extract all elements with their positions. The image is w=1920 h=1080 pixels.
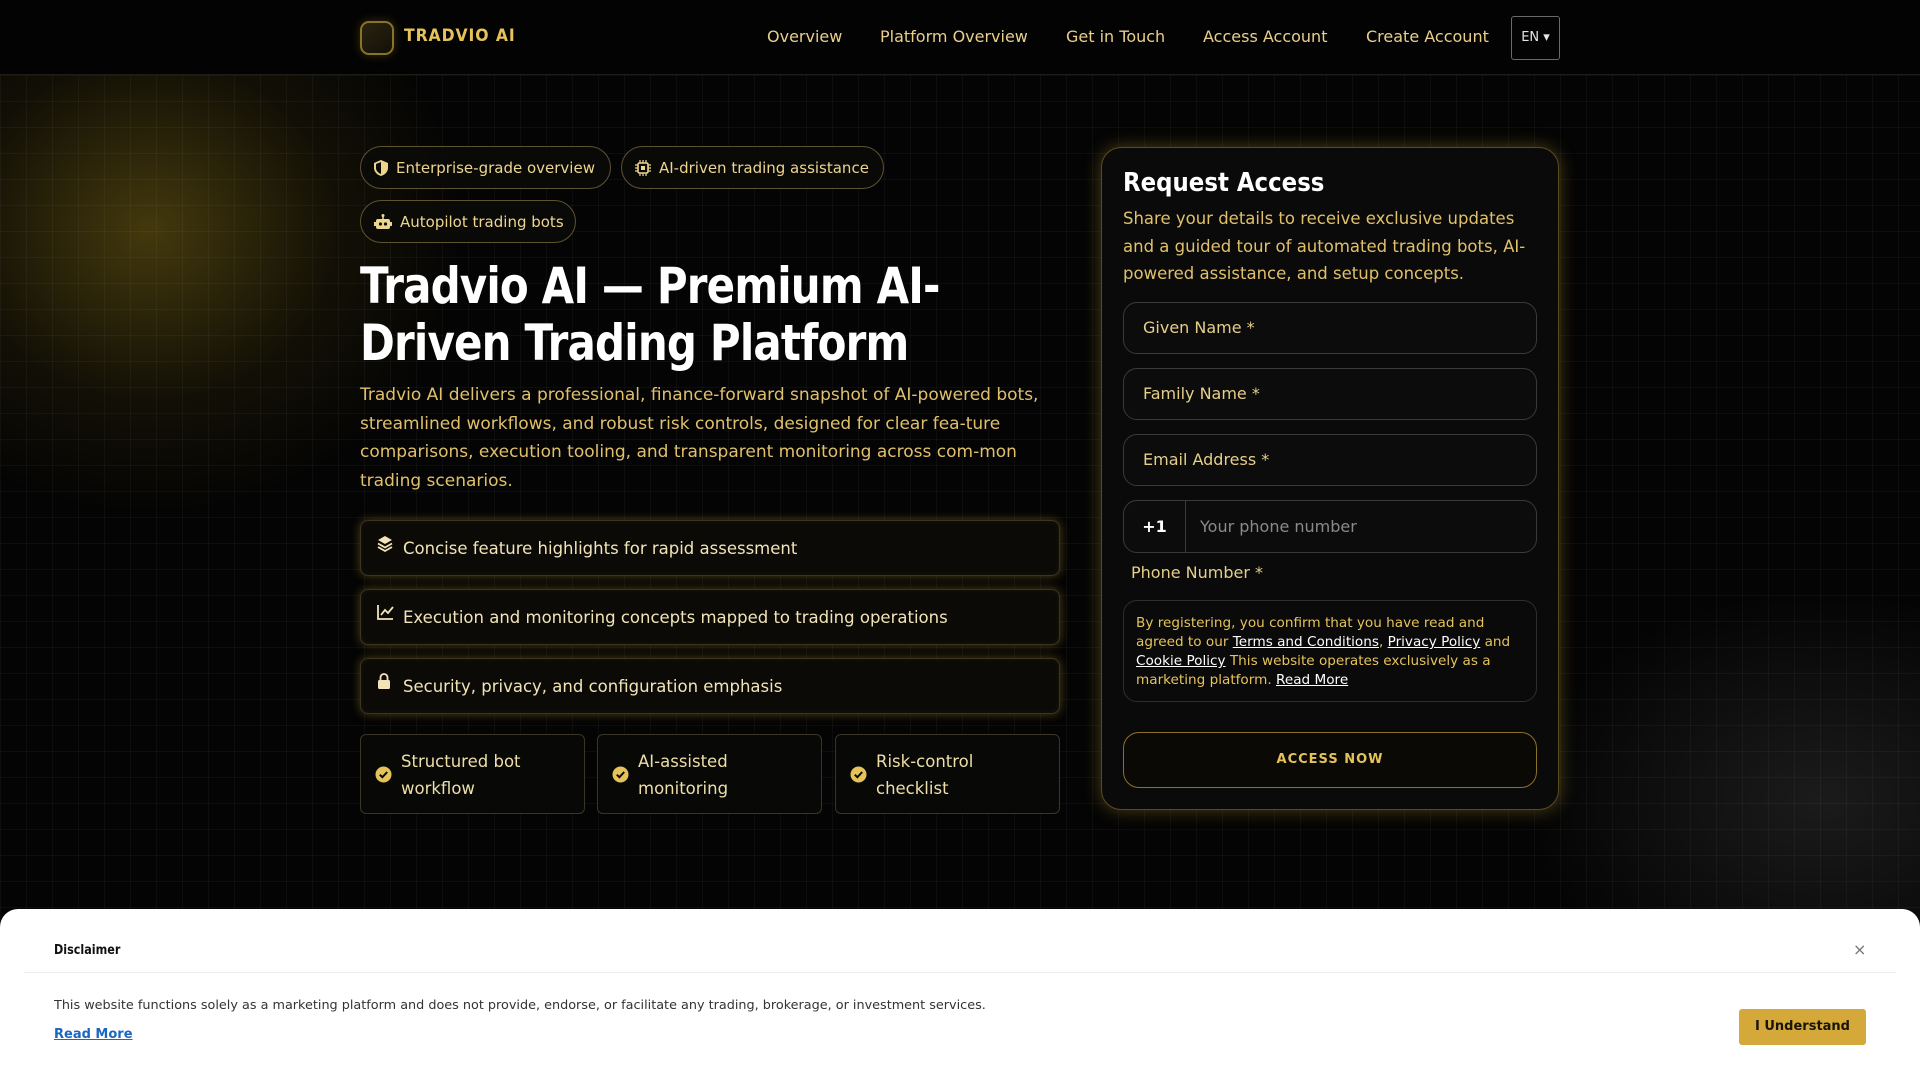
privacy-link[interactable]: Privacy Policy <box>1388 634 1481 650</box>
feature-row-security: Security, privacy, and configuration emp… <box>360 658 1060 714</box>
phone-input[interactable]: Your phone number <box>1200 501 1357 552</box>
nav-create-account[interactable]: Create Account <box>1366 27 1489 46</box>
nav-overview[interactable]: Overview <box>767 27 842 46</box>
badge-label: Autopilot trading bots <box>400 212 564 231</box>
disclaimer-title: Disclaimer <box>54 943 121 958</box>
given-name-field[interactable]: Given Name * <box>1123 302 1537 354</box>
close-icon[interactable]: × <box>1853 940 1866 959</box>
consent-and: and <box>1480 634 1511 650</box>
highlight-label: Structured bot workflow <box>401 752 521 798</box>
layers-icon <box>377 536 393 553</box>
site-header: TRADVIO AI Overview Platform Overview Ge… <box>0 0 1920 75</box>
page-title: Tradvio AI — Premium AI-Driven Trading P… <box>360 257 940 372</box>
badge-autopilot: Autopilot trading bots <box>360 200 576 243</box>
badge-label: Enterprise-grade overview <box>396 158 595 177</box>
feature-row-execution: Execution and monitoring concepts mapped… <box>360 589 1060 645</box>
nav-access-account[interactable]: Access Account <box>1203 27 1327 46</box>
nav-get-in-touch[interactable]: Get in Touch <box>1066 27 1165 46</box>
form-title: Request Access <box>1123 168 1325 198</box>
phone-input-group: +1 Your phone number <box>1123 500 1537 553</box>
i-understand-button[interactable]: I Understand <box>1739 1009 1866 1045</box>
feature-label: Security, privacy, and configuration emp… <box>403 677 783 696</box>
feature-row-highlights: Concise feature highlights for rapid ass… <box>360 520 1060 576</box>
cookie-link[interactable]: Cookie Policy <box>1136 653 1226 669</box>
lock-icon <box>378 673 390 689</box>
access-now-button[interactable]: ACCESS NOW <box>1123 732 1537 788</box>
badge-enterprise: Enterprise-grade overview <box>360 146 611 189</box>
check-circle-icon <box>375 766 392 783</box>
logo-icon[interactable] <box>360 21 394 55</box>
consent-separator: , <box>1378 634 1388 650</box>
consent-read-more-link[interactable]: Read More <box>1276 672 1348 688</box>
robot-icon <box>374 213 392 229</box>
email-field[interactable]: Email Address * <box>1123 434 1537 486</box>
disclaimer-read-more-link[interactable]: Read More <box>54 1027 133 1042</box>
language-selector[interactable]: EN ▾ <box>1511 16 1560 60</box>
disclaimer-text: This website functions solely as a marke… <box>54 998 986 1013</box>
divider <box>24 972 1896 973</box>
check-circle-icon <box>612 766 629 783</box>
disclaimer-banner <box>0 909 1920 1080</box>
highlight-label: AI-assisted monitoring <box>638 752 729 798</box>
form-subtitle: Share your details to receive exclusive … <box>1123 209 1526 284</box>
check-circle-icon <box>850 766 867 783</box>
nav-platform-overview[interactable]: Platform Overview <box>880 27 1028 46</box>
feature-label: Concise feature highlights for rapid ass… <box>403 539 798 558</box>
highlight-bot-workflow: Structured bot workflow <box>360 734 585 814</box>
badge-ai-assistance: AI-driven trading assistance <box>621 146 884 189</box>
consent-box: By registering, you confirm that you hav… <box>1123 600 1537 702</box>
terms-link[interactable]: Terms and Conditions <box>1233 634 1379 650</box>
highlight-risk-control: Risk-control checklist <box>835 734 1060 814</box>
phone-country-code[interactable]: +1 <box>1124 501 1186 552</box>
brand-name[interactable]: TRADVIO AI <box>404 26 516 46</box>
highlight-label: Risk-control checklist <box>876 752 974 798</box>
family-name-field[interactable]: Family Name * <box>1123 368 1537 420</box>
feature-label: Execution and monitoring concepts mapped… <box>403 608 948 627</box>
highlight-ai-monitoring: AI-assisted monitoring <box>597 734 822 814</box>
chip-icon <box>635 159 651 176</box>
phone-label: Phone Number * <box>1131 563 1264 582</box>
hero-description: Tradvio AI delivers a professional, fina… <box>360 385 1039 492</box>
shield-icon <box>374 159 388 176</box>
chart-icon <box>377 605 394 620</box>
badge-label: AI-driven trading assistance <box>659 158 869 177</box>
